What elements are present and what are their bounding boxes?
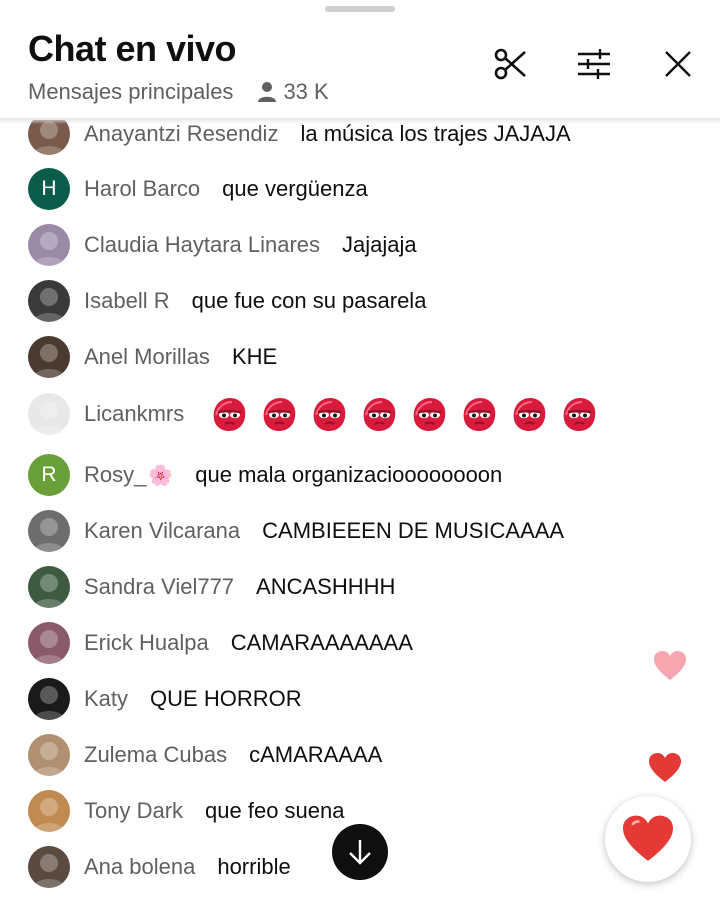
message-author[interactable]: Isabell R — [84, 288, 170, 314]
red-blob-emoji — [313, 398, 346, 431]
message-list[interactable]: Anayantzi Resendiz la música los trajes J… — [0, 104, 720, 902]
viewer-count: 33 K — [283, 79, 329, 104]
message-author[interactable]: Claudia Haytara Linares — [84, 232, 320, 258]
red-blob-emoji — [213, 398, 246, 431]
arrow-down-icon — [349, 840, 371, 865]
close-button[interactable] — [654, 40, 702, 88]
message-text: QUE HORROR — [150, 686, 302, 711]
message-text: KHE — [231, 344, 278, 369]
chat-message[interactable]: H Harol Barco que vergüenza — [28, 167, 368, 211]
message-text: que fue con su pasarela — [191, 288, 427, 313]
message-author[interactable]: Licankmrs — [84, 401, 184, 427]
chat-message[interactable]: Zulema Cubas cAMARAAAA — [28, 733, 382, 777]
avatar[interactable] — [28, 280, 70, 322]
message-text: CAMARAAAAAAA — [230, 630, 413, 655]
avatar-photo — [33, 288, 65, 322]
chat-message[interactable]: Tony Dark que feo suena — [28, 789, 345, 833]
clip-button[interactable] — [486, 40, 534, 88]
message-text: la música los trajes JAJAJA — [300, 121, 571, 146]
chat-message[interactable]: Anel Morillas KHE — [28, 335, 277, 379]
avatar[interactable] — [28, 336, 70, 378]
message-author[interactable]: Erick Hualpa — [84, 630, 209, 656]
reaction-button[interactable] — [605, 796, 691, 882]
live-chat-panel: Chat en vivo Mensajes principales 33 K A… — [0, 0, 720, 902]
chat-mode-label: Mensajes principales — [28, 79, 234, 104]
avatar[interactable] — [28, 790, 70, 832]
chat-title: Chat en vivo — [28, 28, 237, 69]
chat-message[interactable]: R Rosy_ 🌸 que mala organizacioooooooon — [28, 453, 502, 497]
message-text: que mala organizacioooooooon — [195, 462, 503, 487]
avatar-photo — [33, 742, 65, 776]
avatar-photo — [33, 401, 65, 435]
red-blob-emoji — [413, 398, 446, 431]
avatar-photo — [33, 854, 65, 888]
header-divider — [0, 118, 720, 124]
red-blob-emoji — [263, 398, 296, 431]
chat-message[interactable]: Isabell R que fue con su pasarela — [28, 279, 426, 323]
message-author[interactable]: Tony Dark — [84, 798, 183, 824]
chat-settings-button[interactable] — [570, 40, 618, 88]
avatar[interactable]: H — [28, 168, 70, 210]
avatar[interactable] — [28, 393, 70, 435]
sliders-icon — [578, 49, 610, 79]
message-author[interactable]: Zulema Cubas — [84, 742, 227, 768]
avatar[interactable] — [28, 734, 70, 776]
message-author[interactable]: Sandra Viel777 — [84, 574, 234, 600]
close-icon — [665, 51, 691, 77]
message-text: que feo suena — [205, 798, 345, 823]
avatar-letter: R — [41, 463, 57, 486]
avatar-photo — [33, 630, 65, 664]
drag-handle[interactable] — [325, 6, 395, 12]
chat-mode-selector[interactable]: Mensajes principales 33 K — [28, 78, 329, 106]
person-icon — [258, 82, 277, 102]
message-text: que vergüenza — [222, 176, 368, 201]
emoji-message — [208, 393, 600, 435]
avatar-photo — [33, 232, 65, 266]
chat-message[interactable]: Karen Vilcarana CAMBIEEEN DE MUSICAAAA — [28, 509, 564, 553]
message-text: CAMBIEEEN DE MUSICAAAA — [262, 518, 565, 543]
heart-icon — [623, 815, 673, 861]
message-author[interactable]: Anayantzi Resendiz — [84, 121, 278, 147]
floating-heart-icon — [648, 752, 682, 789]
cherry-blossom-icon: 🌸 — [148, 464, 174, 487]
message-text: Jajajaja — [342, 232, 417, 257]
message-text: horrible — [217, 854, 291, 879]
avatar[interactable]: R — [28, 454, 70, 496]
avatar[interactable] — [28, 622, 70, 664]
message-author[interactable]: Anel Morillas — [84, 344, 210, 370]
red-blob-emoji — [563, 398, 596, 431]
message-author[interactable]: Katy — [84, 686, 128, 712]
message-author[interactable]: Karen Vilcarana — [84, 518, 240, 544]
chat-message[interactable]: Sandra Viel777 ANCASHHHH — [28, 565, 395, 609]
chat-message[interactable]: Katy QUE HORROR — [28, 677, 302, 721]
message-author[interactable]: Rosy_ — [84, 462, 146, 488]
avatar-photo — [33, 686, 65, 720]
scroll-to-bottom-button[interactable] — [332, 824, 388, 880]
message-text: cAMARAAAA — [249, 742, 383, 767]
avatar-photo — [33, 798, 65, 832]
chat-header: Chat en vivo Mensajes principales 33 K — [0, 0, 720, 120]
avatar-photo — [33, 518, 65, 552]
avatar-letter: H — [41, 177, 57, 200]
avatar[interactable] — [28, 846, 70, 888]
floating-heart-icon — [653, 650, 687, 687]
red-blob-emoji — [363, 398, 396, 431]
avatar[interactable] — [28, 510, 70, 552]
avatar[interactable] — [28, 224, 70, 266]
chat-message[interactable]: Licankmrs — [28, 392, 600, 436]
chat-message[interactable]: Claudia Haytara Linares Jajajaja — [28, 223, 417, 267]
avatar[interactable] — [28, 678, 70, 720]
avatar-photo — [33, 344, 65, 378]
message-author[interactable]: Ana bolena — [84, 854, 195, 880]
avatar[interactable] — [28, 566, 70, 608]
chat-message[interactable]: Ana bolena horrible — [28, 845, 291, 889]
message-text: ANCASHHHH — [256, 574, 396, 599]
red-blob-emoji — [463, 398, 496, 431]
scissors-icon — [494, 48, 526, 80]
avatar-photo — [33, 574, 65, 608]
chat-message[interactable]: Erick Hualpa CAMARAAAAAAA — [28, 621, 413, 665]
message-author[interactable]: Harol Barco — [84, 176, 200, 202]
red-blob-emoji — [513, 398, 546, 431]
